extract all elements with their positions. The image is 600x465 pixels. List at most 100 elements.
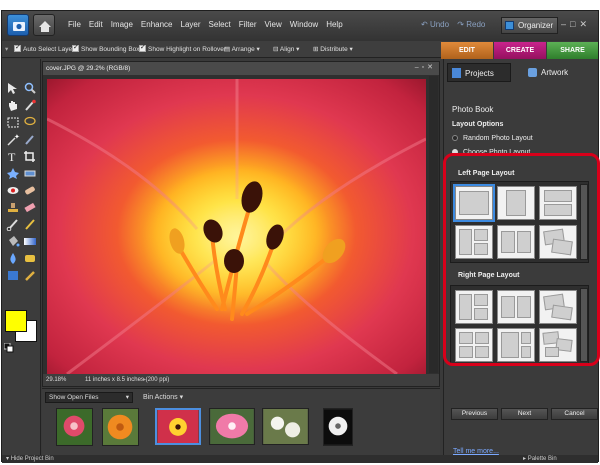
chevron-down-icon: ▾ <box>125 394 129 401</box>
magic-wand-icon[interactable]: ✦ <box>6 133 20 146</box>
hide-project-bin-button[interactable]: ▾ Hide Project Bin <box>6 455 54 463</box>
tab-projects[interactable]: Projects <box>447 63 511 82</box>
red-eye-tool-icon[interactable] <box>6 184 20 197</box>
pencil-tool-icon[interactable] <box>23 269 37 282</box>
cookie-cutter-icon[interactable] <box>6 167 20 180</box>
right-layout-tilted[interactable] <box>539 290 577 324</box>
bin-actions-menu[interactable]: Bin Actions ▾ <box>143 393 183 401</box>
undo-button[interactable]: Undo <box>430 20 449 29</box>
auto-select-layer-checkbox[interactable]: Auto Select Layer <box>14 43 74 53</box>
straighten-tool-icon[interactable] <box>23 167 37 180</box>
previous-button[interactable]: Previous <box>451 408 498 420</box>
show-bounding-box-checkbox[interactable]: Show Bounding Box <box>72 43 140 53</box>
left-layout-three[interactable] <box>455 225 493 259</box>
left-page-layout-label: Left Page Layout <box>458 170 515 177</box>
minimize-icon[interactable]: – <box>561 19 570 29</box>
cancel-button[interactable]: Cancel <box>551 408 598 420</box>
menu-window[interactable]: Window <box>290 20 318 29</box>
clone-stamp-icon[interactable] <box>6 201 20 214</box>
artwork-icon <box>528 68 537 77</box>
smart-brush-icon[interactable] <box>23 218 37 231</box>
menu-file[interactable]: File <box>68 20 81 29</box>
tab-artwork[interactable]: Artwork <box>524 63 588 82</box>
menu-select[interactable]: Select <box>209 20 231 29</box>
radio-selected-icon <box>452 149 458 155</box>
healing-brush-icon[interactable] <box>23 184 37 197</box>
menu-filter[interactable]: Filter <box>239 20 257 29</box>
show-highlight-checkbox[interactable]: Show Highlight on Rollover <box>139 43 226 53</box>
shape-tool-icon[interactable] <box>6 269 20 282</box>
tab-share[interactable]: SHARE <box>547 42 598 59</box>
redo-button[interactable]: Redo <box>466 20 485 29</box>
document-window-controls: –▫✕ <box>415 63 436 71</box>
palette-bin-label: Palette Bin <box>527 456 557 462</box>
menu-enhance[interactable]: Enhance <box>141 20 173 29</box>
next-button[interactable]: Next <box>501 408 548 420</box>
foreground-color-swatch[interactable] <box>5 310 27 332</box>
left-layout-tilted[interactable] <box>539 225 577 259</box>
tab-create[interactable]: CREATE <box>494 42 546 59</box>
thumbnail-pink-lily[interactable] <box>209 408 255 445</box>
show-open-files-dropdown[interactable]: Show Open Files ▾ <box>45 392 133 403</box>
lasso-tool-icon[interactable] <box>23 116 37 129</box>
flower-photo[interactable] <box>47 79 426 374</box>
document-status-bar: 29.18% 11 inches x 8.5 inches (200 ppi) … <box>43 374 439 386</box>
arrange-menu[interactable]: ▤ Arrange ▾ <box>224 45 260 53</box>
menu-layer[interactable]: Layer <box>181 20 201 29</box>
thumbnail-white-daisy[interactable] <box>323 408 353 446</box>
right-layout-scattered[interactable] <box>539 328 577 362</box>
organizer-button[interactable]: Organizer <box>501 17 559 34</box>
menu-help[interactable]: Help <box>326 20 342 29</box>
options-menu-icon[interactable]: ▾ <box>5 45 8 53</box>
crop-tool-icon[interactable] <box>23 150 37 163</box>
doc-close-icon[interactable]: ✕ <box>427 64 436 71</box>
status-arrow-icon[interactable]: ▸ <box>143 374 146 386</box>
left-layout-two-side[interactable] <box>497 225 535 259</box>
eraser-tool-icon[interactable] <box>23 201 37 214</box>
menu-edit[interactable]: Edit <box>89 20 103 29</box>
left-layout-full[interactable] <box>453 184 495 222</box>
zoom-level[interactable]: 29.18% <box>46 374 66 386</box>
thumbnail-orange-lily[interactable] <box>102 408 139 446</box>
paint-bucket-icon[interactable] <box>6 235 20 248</box>
tell-me-more-link[interactable]: Tell me more... <box>453 448 499 455</box>
dropdown-label: Show Open Files <box>49 394 99 401</box>
right-layout-four-grid[interactable] <box>455 328 493 362</box>
thumbnail-red-daylily-selected[interactable] <box>155 408 201 445</box>
hand-tool-icon[interactable] <box>6 99 20 112</box>
menu-view[interactable]: View <box>265 20 282 29</box>
home-icon[interactable] <box>33 14 55 36</box>
brush-tool-icon[interactable] <box>6 218 20 231</box>
doc-minimize-icon[interactable]: – <box>415 64 422 71</box>
type-tool-icon[interactable]: T <box>6 150 20 163</box>
choose-layout-option[interactable]: Choose Photo Layout <box>452 149 530 156</box>
eyedropper-icon[interactable] <box>23 99 37 112</box>
close-icon[interactable]: ✕ <box>579 19 591 29</box>
distribute-menu[interactable]: ⊞ Distribute ▾ <box>313 45 353 53</box>
blur-tool-icon[interactable] <box>6 252 20 265</box>
selection-brush-icon[interactable] <box>23 133 37 146</box>
document-vertical-scrollbar[interactable] <box>429 76 438 373</box>
tab-edit[interactable]: EDIT <box>441 42 493 59</box>
default-colors-icon[interactable] <box>4 343 14 353</box>
right-layout-mixed[interactable] <box>497 328 535 362</box>
menu-image[interactable]: Image <box>111 20 133 29</box>
right-layout-two-side[interactable] <box>497 290 535 324</box>
marquee-tool-icon[interactable] <box>6 116 20 129</box>
thumbnail-pink-flower[interactable] <box>56 408 93 446</box>
right-layout-scrollbar[interactable] <box>580 288 588 362</box>
palette-bin-button[interactable]: ▸ Palette Bin <box>523 455 557 463</box>
thumbnail-white-flowers[interactable] <box>262 408 309 445</box>
right-layout-three[interactable] <box>455 290 493 324</box>
move-tool-icon[interactable] <box>6 82 20 95</box>
left-layout-two-stacked[interactable] <box>539 186 577 220</box>
gradient-tool-icon[interactable] <box>23 235 37 248</box>
align-menu[interactable]: ⊟ Align ▾ <box>273 45 299 53</box>
left-layout-scrollbar[interactable] <box>580 184 588 260</box>
zoom-tool-icon[interactable] <box>23 82 37 95</box>
left-layout-portrait[interactable] <box>497 186 535 220</box>
sponge-tool-icon[interactable] <box>23 252 37 265</box>
choose-layout-label: Choose Photo Layout <box>463 149 531 156</box>
document-tab[interactable]: cover.JPG @ 29.2% (RGB/8) <box>43 62 439 75</box>
random-layout-option[interactable]: Random Photo Layout <box>452 135 533 142</box>
